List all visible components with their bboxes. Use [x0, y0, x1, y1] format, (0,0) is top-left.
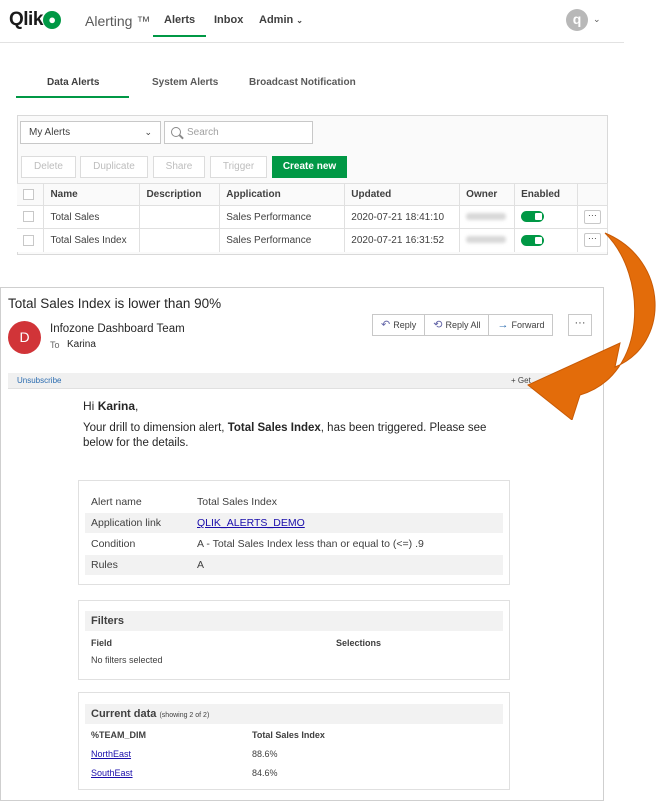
- filters-col-selections: Selections: [336, 638, 382, 648]
- row-more-button[interactable]: ···: [583, 210, 601, 224]
- reply-all-button[interactable]: ⟲ Reply All: [425, 315, 490, 335]
- dim-link[interactable]: SouthEast: [91, 768, 133, 778]
- current-data-title: Current data (showing 2 of 2): [85, 704, 503, 724]
- forward-icon: →: [497, 319, 509, 331]
- col-description[interactable]: Description: [139, 183, 221, 206]
- unsubscribe-link[interactable]: Unsubscribe: [17, 376, 61, 385]
- alert-name: Total Sales: [43, 205, 141, 229]
- email-body-text: Your drill to dimension alert, Total Sal…: [83, 422, 487, 449]
- unsubscribe-bar: [8, 373, 588, 389]
- filters-empty: No filters selected: [91, 655, 163, 665]
- nav-inbox[interactable]: Inbox: [214, 14, 243, 26]
- col-total-sales-index: Total Sales Index: [252, 730, 325, 740]
- dim-value: 88.6%: [252, 749, 278, 759]
- sender-name: Infozone Dashboard Team: [50, 323, 185, 335]
- alert-updated: 2020-07-21 18:41:10: [344, 205, 461, 229]
- top-nav: Qlik ● Alerting ™ Alerts Inbox Admin ⌄ q …: [0, 0, 624, 43]
- alert-name: Total Sales Index: [43, 228, 141, 252]
- tab-system-alerts[interactable]: System Alerts: [152, 77, 218, 88]
- list-item: SouthEast: [91, 768, 133, 778]
- filters-col-field: Field: [91, 638, 113, 648]
- alert-updated: 2020-07-21 16:31:52: [344, 228, 461, 252]
- nav-admin[interactable]: Admin ⌄: [259, 14, 303, 26]
- create-new-button[interactable]: Create new: [272, 156, 347, 178]
- nav-alerts[interactable]: Alerts: [152, 14, 207, 37]
- email-subject: Total Sales Index is lower than 90%: [8, 296, 222, 311]
- logo-mark-icon: ●: [42, 11, 61, 29]
- alert-application: Sales Performance: [219, 228, 346, 252]
- detail-row: Application link QLIK_ALERTS_DEMO: [85, 513, 503, 533]
- user-avatar[interactable]: q: [566, 9, 588, 31]
- chevron-down-icon[interactable]: ⌄: [593, 14, 601, 25]
- search-input[interactable]: Search: [164, 121, 313, 144]
- col-owner[interactable]: Owner: [459, 183, 516, 206]
- reply-all-icon: ⟲: [433, 319, 443, 331]
- detail-row: Condition A - Total Sales Index less than…: [91, 538, 424, 550]
- email-greeting: Hi Karina,: [83, 399, 139, 413]
- table-row[interactable]: Total Sales Sales Performance 2020-07-21…: [17, 205, 609, 229]
- qlik-logo[interactable]: Qlik ●: [9, 9, 61, 31]
- active-tab-indicator: [16, 96, 129, 98]
- row-checkbox[interactable]: [23, 234, 34, 246]
- col-team-dim: %TEAM_DIM: [91, 730, 147, 740]
- share-button[interactable]: Share: [153, 156, 205, 178]
- filters-title: Filters: [85, 611, 503, 631]
- col-enabled[interactable]: Enabled: [514, 183, 578, 206]
- col-application[interactable]: Application: [219, 183, 346, 206]
- curved-arrow-icon: [527, 232, 656, 420]
- table-header: Name Description Application Updated Own…: [17, 183, 609, 206]
- chevron-down-icon: ⌄: [144, 127, 152, 137]
- list-item: NorthEast: [91, 749, 131, 759]
- reply-button[interactable]: ↶ Reply: [373, 315, 426, 335]
- tab-broadcast-notification[interactable]: Broadcast Notification: [249, 77, 356, 88]
- chevron-down-icon: ⌄: [296, 16, 303, 25]
- sender-avatar: D: [8, 321, 41, 354]
- alert-description: [139, 205, 221, 229]
- trigger-button[interactable]: Trigger: [210, 156, 267, 178]
- alert-description: [139, 228, 221, 252]
- detail-row: Alert name Total Sales Index: [91, 496, 277, 508]
- alert-application: Sales Performance: [219, 205, 346, 229]
- app-title: Alerting ™: [85, 13, 151, 29]
- application-link[interactable]: QLIK_ALERTS_DEMO: [197, 517, 305, 529]
- dim-link[interactable]: NorthEast: [91, 749, 131, 759]
- owner-redacted: [466, 212, 507, 220]
- select-all-checkbox[interactable]: [23, 188, 34, 200]
- recipient: Karina: [67, 339, 96, 350]
- delete-button[interactable]: Delete: [21, 156, 76, 178]
- col-updated[interactable]: Updated: [344, 183, 461, 206]
- table-row[interactable]: Total Sales Index Sales Performance 2020…: [17, 228, 609, 252]
- row-checkbox[interactable]: [23, 211, 34, 223]
- owner-redacted: [466, 235, 507, 243]
- dim-value: 84.6%: [252, 768, 278, 778]
- tab-data-alerts[interactable]: Data Alerts: [47, 77, 99, 88]
- duplicate-button[interactable]: Duplicate: [80, 156, 148, 178]
- alert-filter-select[interactable]: My Alerts ⌄: [20, 121, 161, 144]
- enabled-toggle[interactable]: [521, 211, 545, 223]
- col-name[interactable]: Name: [43, 183, 141, 206]
- reply-icon: ↶: [381, 319, 391, 331]
- to-label: To: [50, 340, 60, 350]
- detail-row: Rules A: [85, 555, 503, 575]
- search-icon: [171, 127, 181, 137]
